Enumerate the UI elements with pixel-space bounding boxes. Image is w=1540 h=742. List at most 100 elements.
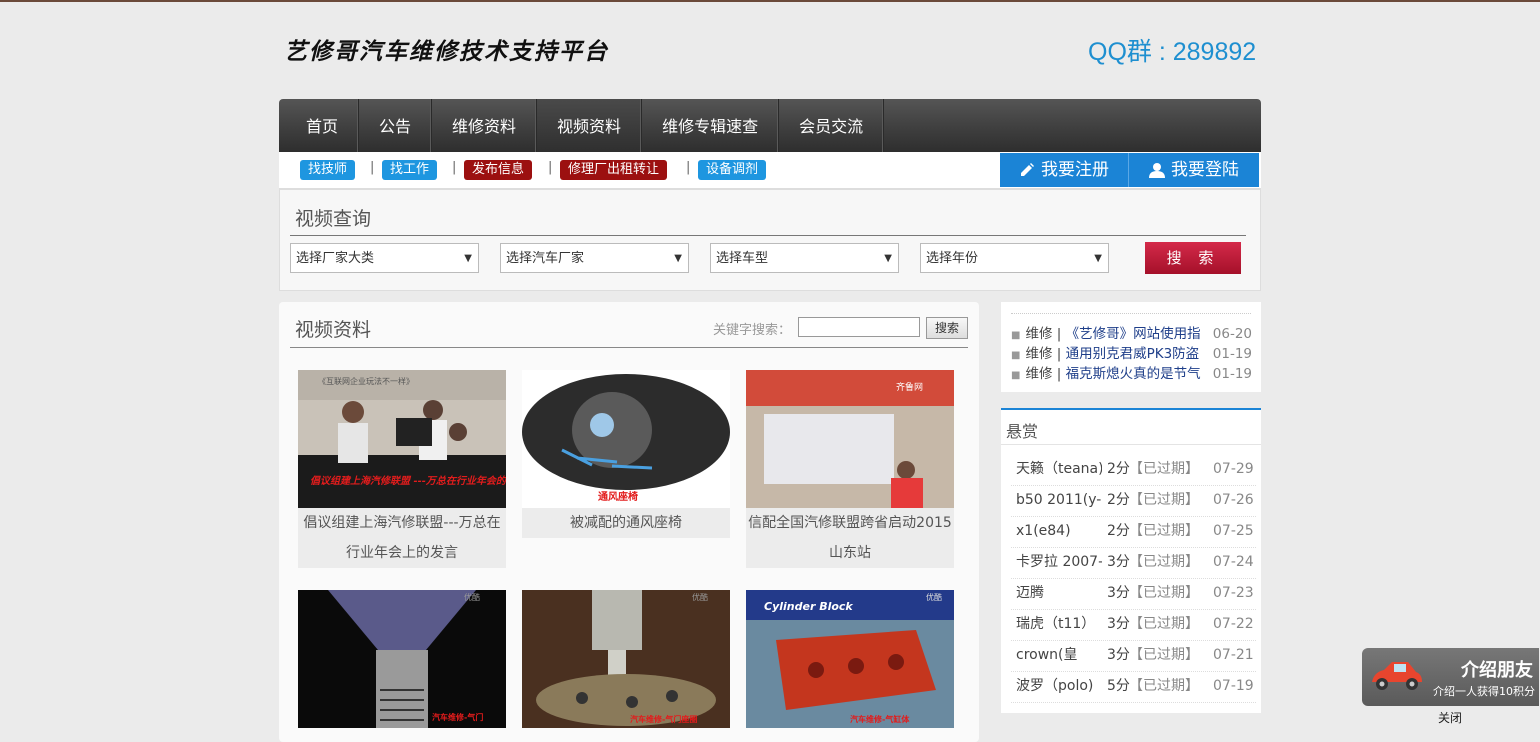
watermark-text: 优酷 — [692, 592, 708, 602]
equipment-exchange-tag[interactable]: 设备调剂 — [698, 160, 767, 180]
thumbnail-overlay-text: 汽车维修-气门座圈 — [630, 714, 697, 724]
news-date: 01-19 — [1208, 344, 1252, 364]
manufacturer-category-select[interactable]: 选择厂家大类 ▼ — [290, 243, 479, 273]
nav-item-home[interactable]: 首页 — [279, 99, 360, 152]
car-model-select[interactable]: 选择车型 ▼ — [710, 243, 899, 273]
reward-points: 3分 — [1107, 585, 1130, 601]
video-card[interactable]: 优酷 汽车维修-气门 — [298, 590, 506, 728]
post-info-tag[interactable]: 发布信息 — [464, 160, 533, 180]
news-title-link[interactable]: 福克斯熄火真的是节气 — [1066, 366, 1201, 382]
reward-row[interactable]: x1(e84) 2分 【已过期】 07-25 — [1011, 516, 1256, 548]
news-title-link[interactable]: 《艺修哥》网站使用指 — [1066, 326, 1201, 342]
watermark-text: 优酷 — [464, 592, 480, 602]
reward-points: 3分 — [1107, 616, 1130, 632]
nav-item-announcements[interactable]: 公告 — [359, 99, 433, 152]
video-thumbnail[interactable]: 齐鲁网 — [746, 370, 954, 508]
reward-row[interactable]: b50 2011(y- 2分 【已过期】 07-26 — [1011, 485, 1256, 517]
reward-status: 【已过期】 — [1129, 678, 1199, 694]
keyword-search-input[interactable] — [798, 317, 920, 337]
register-label: 我要注册 — [1041, 160, 1109, 180]
video-card[interactable]: 优酷 汽车维修-气门座圈 — [522, 590, 730, 728]
find-technician-tag[interactable]: 找技师 — [300, 160, 356, 180]
keyword-search-button[interactable]: 搜索 — [926, 317, 968, 339]
dropdown-arrow-icon: ▼ — [884, 253, 892, 264]
reward-row[interactable]: 波罗（polo) 5分 【已过期】 07-19 — [1011, 671, 1256, 703]
video-card[interactable]: 通风座椅 被减配的通风座椅 — [522, 370, 730, 538]
news-item[interactable]: ■ 维修 | 通用别克君威PK3防盗 01-19 — [1011, 344, 1256, 364]
video-thumbnail[interactable]: 优酷 汽车维修-气门 — [298, 590, 506, 728]
video-caption[interactable]: 倡议组建上海汽修联盟---万总在行业年会上的发言 — [298, 508, 506, 568]
reward-name-link[interactable]: x1(e84) — [1016, 516, 1102, 547]
video-caption[interactable]: 被减配的通风座椅 — [522, 508, 730, 538]
reward-points: 2分 — [1107, 523, 1130, 539]
video-card[interactable]: Cylinder Block 优酷 汽车维修-气缸体 — [746, 590, 954, 728]
login-label: 我要登陆 — [1171, 160, 1239, 180]
video-thumbnail[interactable]: 优酷 汽车维修-气门座圈 — [522, 590, 730, 728]
reward-name-link[interactable]: 瑞虎（t11） — [1016, 609, 1102, 640]
thumbnail-banner-text: Cylinder Block — [764, 600, 853, 613]
reward-row[interactable]: crown(皇 3分 【已过期】 07-21 — [1011, 640, 1256, 672]
news-category: 维修 | — [1025, 346, 1062, 362]
reward-name-link[interactable]: b50 2011(y- — [1016, 485, 1102, 516]
reward-name-link[interactable]: 迈腾 — [1016, 578, 1102, 609]
nav-item-member-exchange[interactable]: 会员交流 — [779, 99, 885, 152]
video-search-title: 视频查询 — [295, 208, 372, 230]
car-manufacturer-select[interactable]: 选择汽车厂家 ▼ — [500, 243, 689, 273]
nav-item-repair-album-lookup[interactable]: 维修专辑速查 — [642, 99, 780, 152]
nav-item-repair-docs[interactable]: 维修资料 — [432, 99, 538, 152]
reward-status: 【已过期】 — [1129, 647, 1199, 663]
year-select[interactable]: 选择年份 ▼ — [920, 243, 1109, 273]
video-thumbnail[interactable]: Cylinder Block 优酷 汽车维修-气缸体 — [746, 590, 954, 728]
video-search-button[interactable]: 搜 索 — [1145, 242, 1241, 274]
site-logo[interactable]: 艺修哥汽车维修技术支持平台 — [284, 32, 609, 66]
reward-status: 【已过期】 — [1129, 616, 1199, 632]
divider — [290, 347, 968, 348]
dropdown-arrow-icon: ▼ — [674, 253, 682, 264]
reward-panel: 悬赏 天籁（teana) 2分 【已过期】 07-29 b50 2011(y- 2分 【已… — [1001, 408, 1261, 713]
reward-points: 2分 — [1107, 492, 1130, 508]
reward-status: 【已过期】 — [1129, 461, 1199, 477]
register-button[interactable]: 我要注册 — [1000, 153, 1129, 187]
garage-lease-tag[interactable]: 修理厂出租转让 — [560, 160, 668, 180]
reward-row[interactable]: 迈腾 3分 【已过期】 07-23 — [1011, 578, 1256, 610]
reward-row[interactable]: 卡罗拉 2007- 3分 【已过期】 07-24 — [1011, 547, 1256, 579]
news-category: 维修 | — [1025, 366, 1062, 382]
main-nav: 首页 公告 维修资料 视频资料 维修专辑速查 会员交流 — [279, 99, 1261, 152]
video-thumbnail[interactable]: 《互联网企业玩法不一样》 倡议组建上海汽修联盟 ---万总在行业年会的发言 — [298, 370, 506, 508]
dropdown-arrow-icon: ▼ — [464, 253, 472, 264]
reward-name-link[interactable]: 波罗（polo) — [1016, 671, 1102, 702]
video-thumbnail[interactable]: 通风座椅 — [522, 370, 730, 508]
news-title-link[interactable]: 通用别克君威PK3防盗 — [1066, 346, 1200, 362]
news-date: 06-20 — [1208, 324, 1252, 344]
close-invite-button[interactable]: 关闭 — [1438, 709, 1462, 726]
reward-name-link[interactable]: crown(皇 — [1016, 640, 1102, 671]
reward-status: 【已过期】 — [1129, 554, 1199, 570]
news-item[interactable]: ■ 维修 | 福克斯熄火真的是节气 01-19 — [1011, 364, 1256, 384]
thumbnail-overlay-text: 汽车维修-气缸体 — [850, 714, 910, 724]
thumbnail-banner-text: 《互联网企业玩法不一样》 — [318, 376, 414, 386]
video-card[interactable]: 齐鲁网 信配全国汽修联盟跨省启动2015山东站 — [746, 370, 954, 568]
find-job-tag[interactable]: 找工作 — [382, 160, 438, 180]
nav-item-videos[interactable]: 视频资料 — [537, 99, 643, 152]
bullet-icon: ■ — [1011, 370, 1021, 381]
video-caption[interactable]: 信配全国汽修联盟跨省启动2015山东站 — [746, 508, 954, 568]
pencil-icon — [1021, 163, 1034, 176]
reward-name-link[interactable]: 卡罗拉 2007- — [1016, 547, 1102, 578]
reward-status: 【已过期】 — [1129, 492, 1199, 508]
video-list-title: 视频资料 — [295, 319, 372, 341]
sub-nav: 找技师 | 找工作 | 发布信息 | 修理厂出租转让 | 设备调剂 我要注册 我… — [279, 152, 1261, 189]
reward-name-link[interactable]: 天籁（teana) — [1016, 454, 1102, 485]
reward-status: 【已过期】 — [1129, 585, 1199, 601]
reward-row[interactable]: 天籁（teana) 2分 【已过期】 07-29 — [1011, 454, 1256, 486]
reward-date: 07-23 — [1213, 585, 1254, 601]
video-card[interactable]: 《互联网企业玩法不一样》 倡议组建上海汽修联盟 ---万总在行业年会的发言 倡议… — [298, 370, 506, 568]
separator: | — [452, 160, 457, 175]
reward-row[interactable]: 瑞虎（t11） 3分 【已过期】 07-22 — [1011, 609, 1256, 641]
reward-date: 07-29 — [1213, 461, 1254, 477]
watermark-text: 优酷 — [926, 592, 942, 602]
invite-friend-widget[interactable]: 介绍朋友 介绍一人获得10积分 — [1362, 648, 1539, 706]
login-button[interactable]: 我要登陆 — [1129, 153, 1259, 187]
video-list-panel: 视频资料 关键字搜索： 搜索 《互联网企业玩法不一样》 倡议组建上海汽修联盟 -… — [279, 302, 979, 742]
car-icon — [1372, 662, 1422, 690]
news-item[interactable]: ■ 维修 | 《艺修哥》网站使用指 06-20 — [1011, 324, 1256, 344]
